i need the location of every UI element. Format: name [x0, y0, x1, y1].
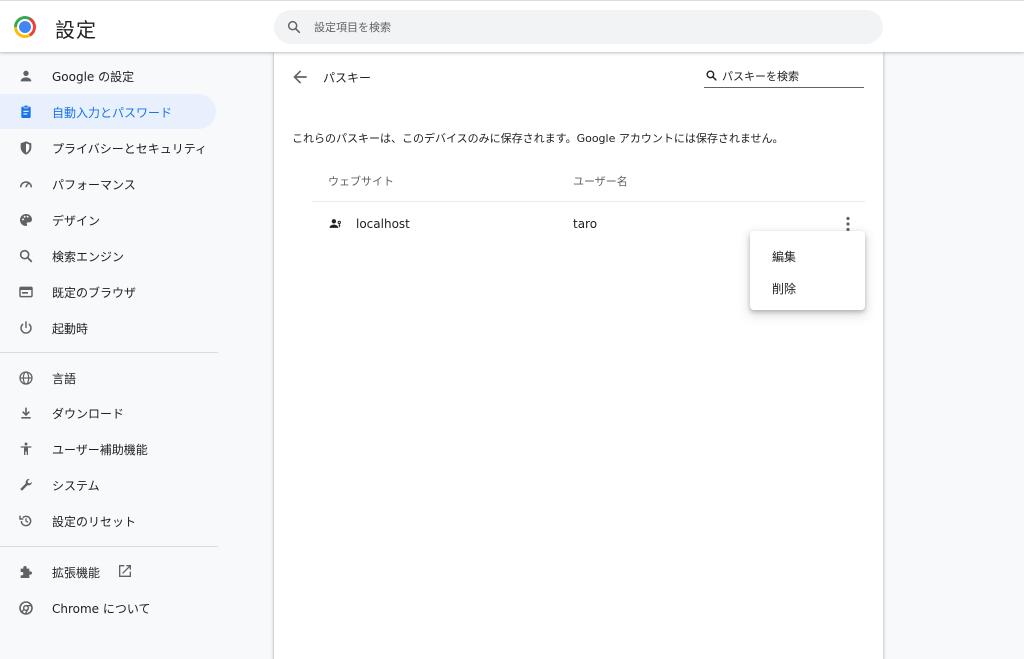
settings-search-input[interactable] [314, 10, 854, 44]
passkey-username: taro [573, 217, 598, 231]
sidebar-item-label: 既定のブラウザ [52, 286, 137, 300]
clipboard-icon [17, 103, 34, 120]
passkeys-card: パスキー これらのパスキーは、このデバイスのみに保存されます。Google アカ… [274, 52, 883, 659]
sidebar-item-downloads[interactable]: ダウンロード [0, 395, 216, 430]
search-icon [706, 70, 717, 81]
settings-window: 設定 Google の設定 自動入力とパスワード プライバシーとセキュリティ パ… [0, 0, 1024, 659]
column-header-website: ウェブサイト [328, 175, 394, 188]
sidebar-item-label: Chrome について [52, 602, 151, 616]
sidebar-item-label: プライバシーとセキュリティ [52, 142, 208, 156]
passkey-search[interactable] [704, 66, 864, 88]
menu-item-delete[interactable]: 削除 [750, 272, 865, 302]
sidebar-item-reset[interactable]: 設定のリセット [0, 503, 216, 538]
sidebar-item-label: デザイン [52, 214, 101, 228]
open-in-new-icon [119, 565, 131, 577]
restore-icon [17, 512, 34, 529]
page-title: 設定 [55, 18, 97, 42]
menu-item-label: 編集 [772, 250, 797, 264]
passkey-action-menu: 編集 削除 [750, 231, 865, 310]
sidebar-item-label: ダウンロード [52, 407, 125, 421]
sidebar-divider [0, 352, 218, 353]
sidebar-item-extensions[interactable]: 拡張機能 [0, 554, 216, 589]
sidebar-item-label: 言語 [52, 372, 77, 386]
speedometer-icon [17, 175, 34, 192]
power-icon [17, 319, 34, 336]
sidebar-item-label: 設定のリセット [52, 515, 137, 529]
sidebar-item-label: パフォーマンス [52, 178, 136, 192]
chrome-logo-icon [14, 16, 36, 38]
sidebar-item-performance[interactable]: パフォーマンス [0, 166, 216, 201]
sidebar-item-languages[interactable]: 言語 [0, 360, 216, 395]
sidebar-item-label: 起動時 [52, 322, 89, 336]
wrench-icon [17, 476, 34, 493]
passkeys-description: これらのパスキーは、このデバイスのみに保存されます。Google アカウントには… [292, 132, 784, 145]
column-header-username: ユーザー名 [573, 175, 628, 188]
sidebar-item-on-startup[interactable]: 起動時 [0, 310, 216, 345]
menu-item-label: 削除 [772, 282, 797, 296]
person-icon [17, 67, 34, 84]
back-arrow-icon[interactable] [290, 67, 310, 87]
search-icon [17, 247, 34, 264]
sidebar-item-privacy[interactable]: プライバシーとセキュリティ [0, 130, 216, 165]
sidebar-item-label: システム [52, 479, 100, 493]
sidebar-item-google[interactable]: Google の設定 [0, 58, 216, 93]
passkey-search-input[interactable] [722, 66, 862, 86]
menu-item-edit[interactable]: 編集 [750, 240, 865, 270]
passkey-person-icon [329, 219, 341, 228]
section-title: パスキー [323, 71, 372, 85]
globe-icon [17, 369, 34, 386]
sidebar-item-label: 自動入力とパスワード [52, 106, 173, 120]
sidebar-item-accessibility[interactable]: ユーザー補助機能 [0, 431, 216, 466]
sidebar-item-label: 拡張機能 [52, 566, 101, 580]
sidebar-item-appearance[interactable]: デザイン [0, 202, 216, 237]
sidebar-item-system[interactable]: システム [0, 467, 216, 502]
sidebar-item-about-chrome[interactable]: Chrome について [0, 590, 216, 625]
accessibility-icon [17, 440, 34, 457]
sidebar-item-autofill[interactable]: 自動入力とパスワード [0, 94, 216, 129]
passkey-site: localhost [356, 217, 410, 231]
settings-search[interactable] [274, 10, 883, 44]
puzzle-icon [17, 563, 34, 580]
sidebar-item-label: 検索エンジン [52, 250, 125, 264]
palette-icon [17, 211, 34, 228]
sidebar-item-search-engine[interactable]: 検索エンジン [0, 238, 216, 273]
search-icon [287, 20, 301, 34]
sidebar: Google の設定 自動入力とパスワード プライバシーとセキュリティ パフォー… [0, 56, 230, 659]
chrome-icon [17, 599, 34, 616]
sidebar-item-label: Google の設定 [52, 70, 135, 84]
sidebar-item-label: ユーザー補助機能 [52, 443, 148, 457]
shield-icon [17, 139, 34, 156]
top-bar: 設定 [0, 0, 1024, 52]
browser-icon [17, 283, 34, 300]
sidebar-item-default-browser[interactable]: 既定のブラウザ [0, 274, 216, 309]
download-icon [17, 404, 34, 421]
sidebar-divider [0, 546, 218, 547]
